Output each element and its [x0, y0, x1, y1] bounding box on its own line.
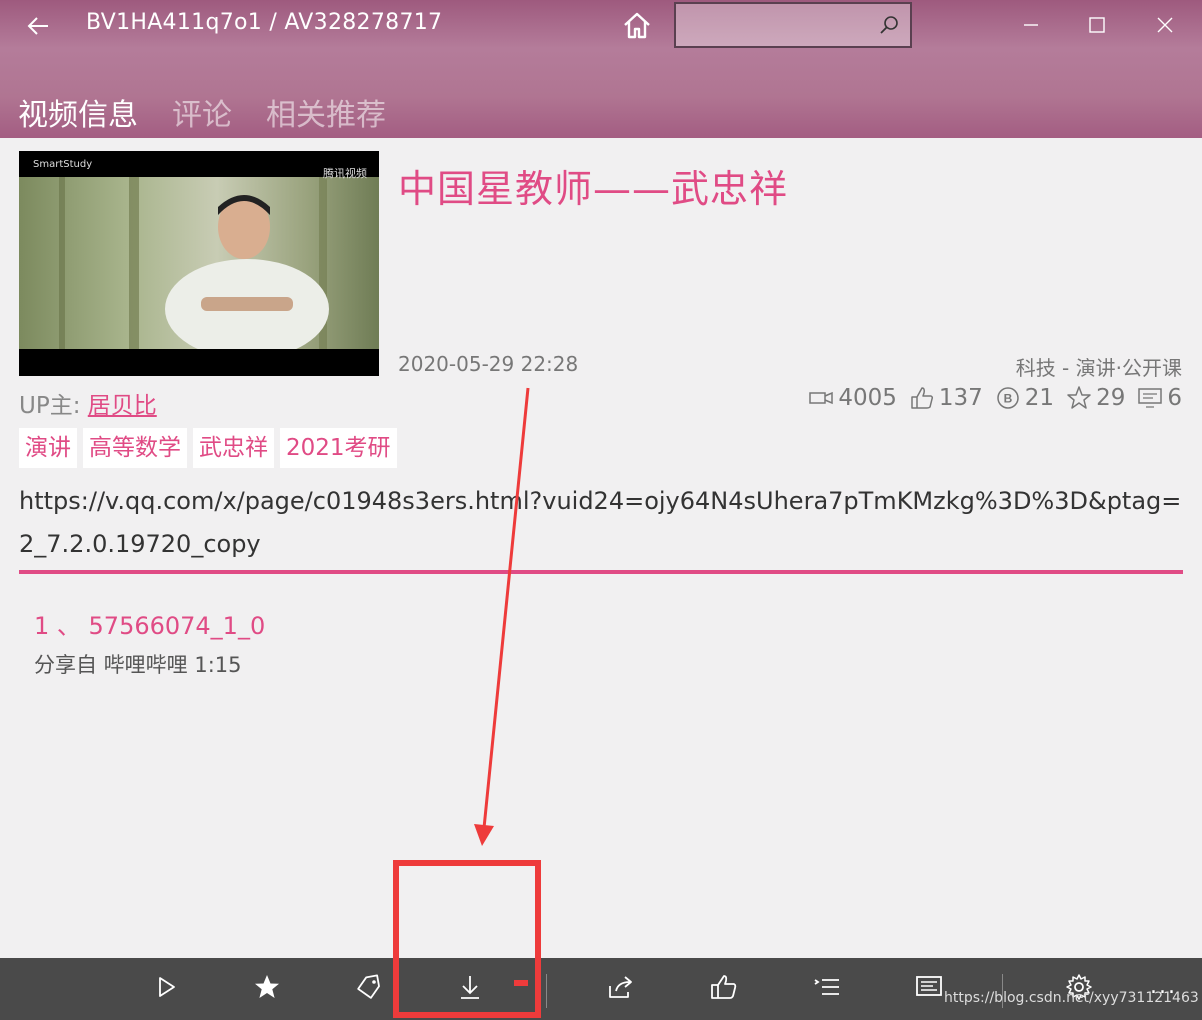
search-input[interactable]	[676, 4, 876, 46]
video-stats: 4005 137 B 21 29 6	[808, 385, 1182, 411]
list-icon[interactable]	[812, 972, 842, 1002]
likes-stat: 137	[909, 385, 983, 411]
uploader-row: UP主: 居贝比	[19, 386, 157, 420]
tab-related[interactable]: 相关推荐	[266, 90, 386, 134]
danmaku-count: 6	[1167, 385, 1182, 411]
search-box	[674, 2, 912, 48]
coins-count: 21	[1024, 385, 1055, 411]
views-stat: 4005	[808, 385, 897, 411]
watermark: https://blog.csdn.net/xyy731121463	[944, 990, 1199, 1006]
danmaku-icon[interactable]	[914, 972, 944, 1002]
tag-item[interactable]: 武忠祥	[193, 428, 274, 468]
thumbnail-logo-left: SmartStudy	[33, 159, 93, 170]
likes-count: 137	[938, 385, 983, 411]
thumbnail-logo-right: 腾讯视频	[323, 167, 367, 180]
bottom-app-bar: ...	[0, 958, 1202, 1020]
close-icon[interactable]	[1152, 12, 1178, 38]
part-subtitle: 分享自 哔哩哔哩 1:15	[34, 653, 242, 677]
share-icon[interactable]	[606, 972, 636, 1002]
thumbs-up-icon	[911, 387, 933, 409]
tag-list: 演讲 高等数学 武忠祥 2021考研	[19, 428, 397, 468]
home-icon[interactable]	[620, 8, 654, 42]
coin-icon: B	[997, 387, 1019, 409]
part-list-item[interactable]: 1 、 57566074_1_0 分享自 哔哩哔哩 1:15	[34, 606, 265, 679]
thumbs-up-icon[interactable]	[709, 972, 739, 1002]
minimize-icon[interactable]	[1018, 12, 1044, 38]
views-count: 4005	[838, 385, 897, 411]
danmaku-stat: 6	[1137, 385, 1182, 411]
search-icon[interactable]	[878, 14, 900, 36]
favorites-stat: 29	[1066, 385, 1125, 411]
thumbnail-scene	[19, 177, 379, 359]
tab-comments[interactable]: 评论	[172, 90, 232, 134]
video-camera-icon	[809, 391, 834, 405]
play-icon[interactable]	[151, 972, 181, 1002]
window-title: BV1HA411q7o1 / AV328278717	[86, 10, 443, 35]
thumbnail-figure	[59, 177, 329, 359]
category-label[interactable]: 科技 - 演讲·公开课	[1016, 352, 1182, 381]
section-divider	[19, 570, 1183, 574]
uploader-name-link[interactable]: 居贝比	[88, 393, 157, 419]
video-title: 中国星教师——武忠祥	[398, 167, 789, 211]
favorites-count: 29	[1096, 385, 1126, 411]
tag-item[interactable]: 2021考研	[280, 428, 397, 468]
svg-text:B: B	[1003, 392, 1012, 406]
tab-bar: 视频信息 评论 相关推荐	[18, 90, 386, 134]
star-outline-icon	[1067, 386, 1091, 409]
tag-item[interactable]: 演讲	[19, 428, 77, 468]
tab-video-info[interactable]: 视频信息	[18, 90, 138, 134]
uploader-label: UP主:	[19, 393, 81, 419]
part-title: 1 、 57566074_1_0	[34, 612, 266, 640]
title-bar: BV1HA411q7o1 / AV328278717 视频信息 评论 相关推荐	[0, 0, 1202, 138]
publish-date: 2020-05-29 22:28	[398, 352, 579, 376]
tag-icon[interactable]	[354, 972, 384, 1002]
danmaku-icon	[1138, 388, 1163, 408]
annotation-highlight-box	[393, 860, 541, 1018]
coins-stat: B 21	[995, 385, 1054, 411]
tag-item[interactable]: 高等数学	[83, 428, 187, 468]
star-icon[interactable]	[252, 972, 282, 1002]
video-description: https://v.qq.com/x/page/c01948s3ers.html…	[19, 487, 1182, 558]
back-arrow-icon[interactable]	[22, 10, 54, 42]
annotation-mark	[514, 980, 528, 986]
video-thumbnail[interactable]: SmartStudy 腾讯视频	[19, 151, 379, 376]
app-bar-separator	[546, 974, 547, 1008]
maximize-icon[interactable]	[1084, 12, 1110, 38]
